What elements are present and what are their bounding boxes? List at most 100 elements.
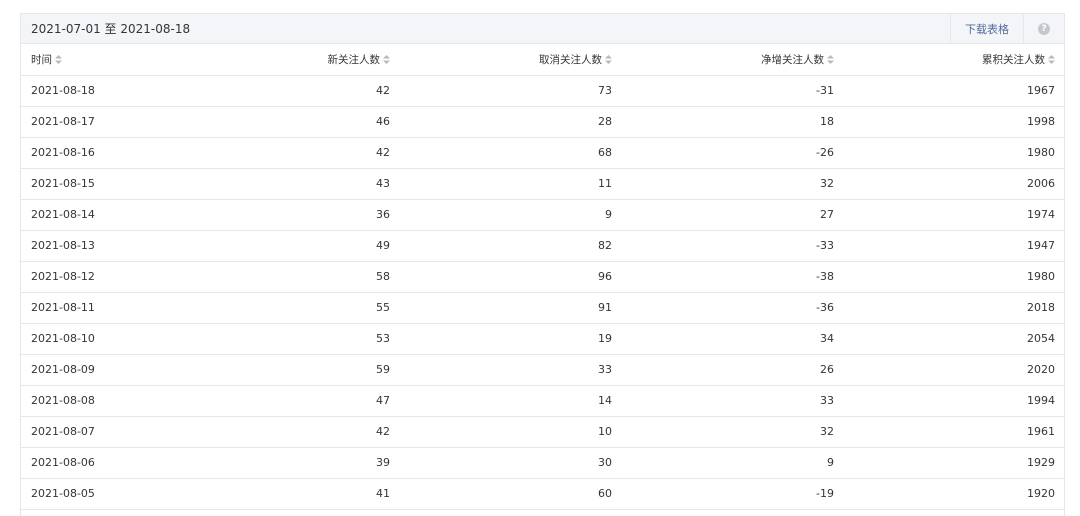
cell-net: 18 <box>612 106 834 138</box>
cell-total: 1994 <box>834 385 1064 417</box>
column-header-label: 时间 <box>31 53 52 66</box>
cell-cancel: 33 <box>390 354 612 386</box>
cell-net: -26 <box>612 137 834 169</box>
cell-net: -38 <box>612 261 834 293</box>
cell-cancel: 60 <box>390 478 612 510</box>
help-button[interactable]: ? <box>1023 14 1064 43</box>
cell-net: 9 <box>612 447 834 479</box>
cell-cancel: 91 <box>390 292 612 324</box>
cell-net: -19 <box>612 478 834 510</box>
cell-new: 42 <box>169 137 390 169</box>
cell-net: 34 <box>612 323 834 355</box>
cell-total: 1998 <box>834 106 1064 138</box>
column-header-label: 累积关注人数 <box>982 53 1045 66</box>
cell-cancel: 30 <box>390 447 612 479</box>
sort-icon[interactable] <box>383 54 390 64</box>
cell-new: 55 <box>169 292 390 324</box>
help-icon: ? <box>1038 22 1050 35</box>
table-row: 2021-08-11 55 91 -36 2018 <box>21 292 1064 324</box>
cell-net: 27 <box>612 199 834 231</box>
cell-total: 2054 <box>834 323 1064 355</box>
cell-date: 2021-08-08 <box>21 385 169 417</box>
cell-new <box>169 509 390 516</box>
cell-cancel <box>390 509 612 516</box>
column-header-total[interactable]: 累积关注人数 <box>834 44 1064 76</box>
cell-date: 2021-08-06 <box>21 447 169 479</box>
cell-net: -31 <box>612 75 834 107</box>
cell-total: 1974 <box>834 199 1064 231</box>
cell-total: 1967 <box>834 75 1064 107</box>
cell-date: 2021-08-18 <box>21 75 169 107</box>
cell-new: 53 <box>169 323 390 355</box>
cell-total: 1920 <box>834 478 1064 510</box>
cell-net: 26 <box>612 354 834 386</box>
cell-cancel: 9 <box>390 199 612 231</box>
date-range-label: 2021-07-01 至 2021-08-18 <box>31 22 191 36</box>
cell-date: 2021-08-11 <box>21 292 169 324</box>
cell-date: 2021-08-16 <box>21 137 169 169</box>
cell-net: -36 <box>612 292 834 324</box>
cell-total: 2020 <box>834 354 1064 386</box>
cell-date: 2021-08-10 <box>21 323 169 355</box>
cell-net: 32 <box>612 168 834 200</box>
cell-new: 42 <box>169 75 390 107</box>
column-header-label: 新关注人数 <box>327 53 381 66</box>
cell-new: 41 <box>169 478 390 510</box>
cell-date: 2021-08-15 <box>21 168 169 200</box>
fans-data-panel: 2021-07-01 至 2021-08-18 下载表格 ? 时间 新关注人数 取消… <box>20 13 1065 516</box>
table-row: 2021-08-10 53 19 34 2054 <box>21 323 1064 355</box>
column-header-date[interactable]: 时间 <box>21 44 169 76</box>
cell-total: 2006 <box>834 168 1064 200</box>
table-row: 2021-08-07 42 10 32 1961 <box>21 416 1064 448</box>
cell-new: 47 <box>169 385 390 417</box>
cell-total: 1929 <box>834 447 1064 479</box>
table-row: 2021-08-16 42 68 -26 1980 <box>21 137 1064 169</box>
sort-icon[interactable] <box>55 54 62 64</box>
table-row: 2021-08-09 59 33 26 2020 <box>21 354 1064 386</box>
column-header-net[interactable]: 净增关注人数 <box>612 44 834 76</box>
sort-icon[interactable] <box>1048 54 1055 64</box>
column-header-new[interactable]: 新关注人数 <box>169 44 390 76</box>
cell-total: 1947 <box>834 230 1064 262</box>
cell-cancel: 73 <box>390 75 612 107</box>
table-row: 2021-08-05 41 60 -19 1920 <box>21 478 1064 510</box>
cell-net: 33 <box>612 385 834 417</box>
table-header-row: 时间 新关注人数 取消关注人数 净增关注人数 累积关注人数 <box>21 44 1064 76</box>
cell-total: 1980 <box>834 137 1064 169</box>
sort-icon[interactable] <box>827 54 834 64</box>
cell-total: 1980 <box>834 261 1064 293</box>
cell-total: 2018 <box>834 292 1064 324</box>
cell-net: 32 <box>612 416 834 448</box>
cell-cancel: 19 <box>390 323 612 355</box>
cell-total <box>834 509 1064 516</box>
sort-icon[interactable] <box>605 54 612 64</box>
cell-new: 43 <box>169 168 390 200</box>
cell-date: 2021-08-17 <box>21 106 169 138</box>
cell-new: 42 <box>169 416 390 448</box>
cell-cancel: 82 <box>390 230 612 262</box>
cell-date <box>21 509 169 516</box>
cell-date: 2021-08-05 <box>21 478 169 510</box>
download-table-button[interactable]: 下载表格 <box>950 14 1023 43</box>
column-header-label: 取消关注人数 <box>539 53 602 66</box>
cell-cancel: 28 <box>390 106 612 138</box>
cell-net: -33 <box>612 230 834 262</box>
column-header-cancel[interactable]: 取消关注人数 <box>390 44 612 76</box>
cell-cancel: 68 <box>390 137 612 169</box>
table-row: 2021-08-12 58 96 -38 1980 <box>21 261 1064 293</box>
table-row <box>21 509 1064 516</box>
cell-total: 1961 <box>834 416 1064 448</box>
table-row: 2021-08-13 49 82 -33 1947 <box>21 230 1064 262</box>
table-row: 2021-08-15 43 11 32 2006 <box>21 168 1064 200</box>
table-row: 2021-08-06 39 30 9 1929 <box>21 447 1064 479</box>
fans-data-table: 时间 新关注人数 取消关注人数 净增关注人数 累积关注人数 2021-08-18 42 73… <box>21 44 1064 516</box>
table-body: 2021-08-18 42 73 -31 1967 2021-08-17 46 28 18 199… <box>21 75 1064 516</box>
cell-new: 49 <box>169 230 390 262</box>
cell-cancel: 96 <box>390 261 612 293</box>
cell-cancel: 14 <box>390 385 612 417</box>
table-row: 2021-08-18 42 73 -31 1967 <box>21 75 1064 107</box>
cell-net <box>612 509 834 516</box>
table-row: 2021-08-17 46 28 18 1998 <box>21 106 1064 138</box>
cell-new: 39 <box>169 447 390 479</box>
cell-date: 2021-08-09 <box>21 354 169 386</box>
